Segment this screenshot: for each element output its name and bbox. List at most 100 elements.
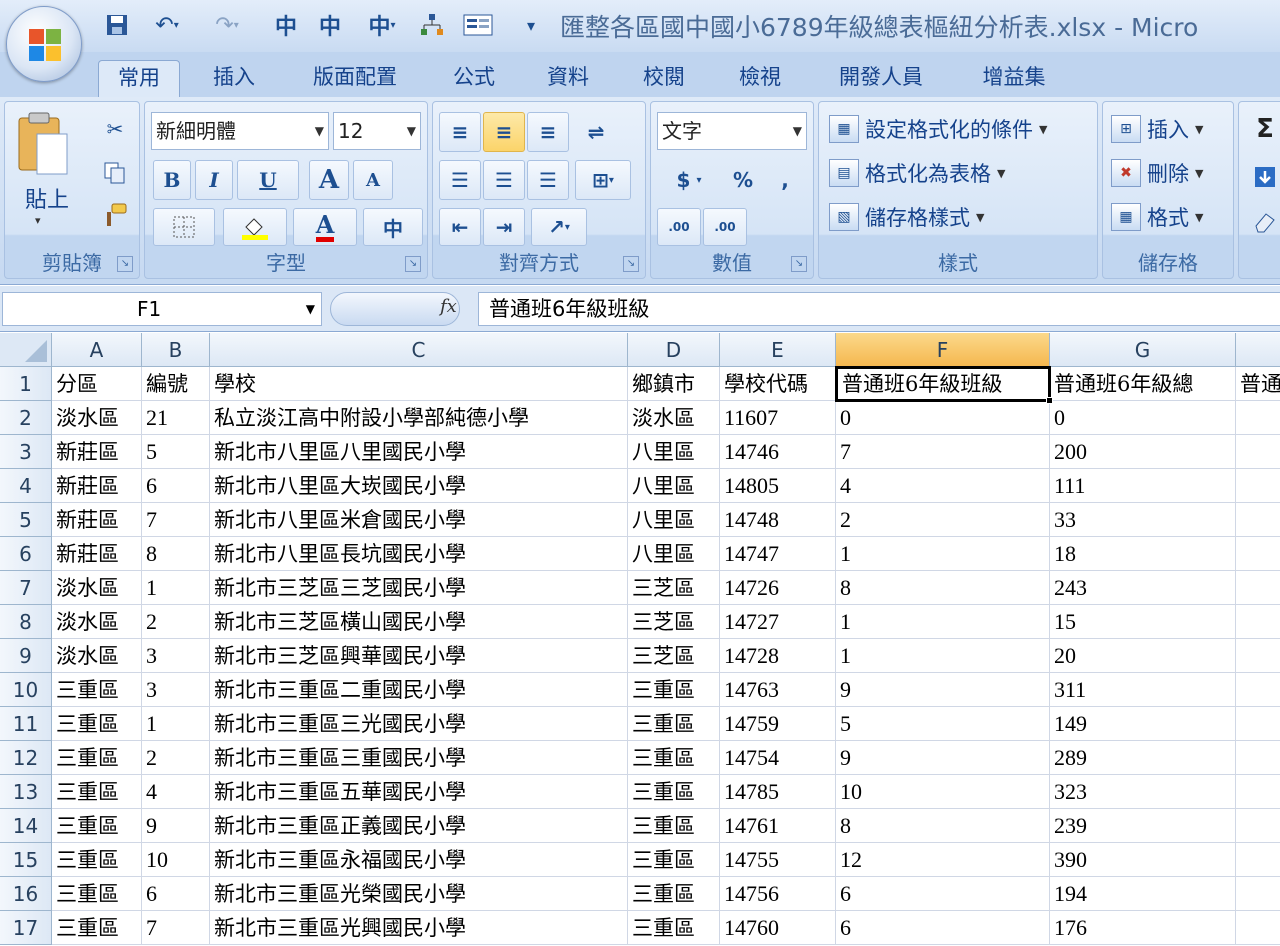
table-cell[interactable]: 新北市三芝區三芝國民小學 [210,571,628,605]
table-cell[interactable]: 14756 [720,877,836,911]
table-cell[interactable]: 14759 [720,707,836,741]
column-header-g[interactable]: G [1050,333,1236,367]
merge-center-icon[interactable]: ⊞ ▾ [575,160,631,200]
table-cell[interactable]: 1 [836,605,1050,639]
table-cell[interactable]: 15 [1050,605,1236,639]
row-header[interactable]: 11 [0,707,52,741]
table-cell[interactable]: 三重區 [52,775,142,809]
table-cell[interactable]: 新北市三重區正義國民小學 [210,809,628,843]
table-cell[interactable]: 淡水區 [52,571,142,605]
table-cell[interactable]: 三重區 [628,911,720,945]
table-cell[interactable]: 323 [1050,775,1236,809]
table-cell[interactable]: 三重區 [52,911,142,945]
table-cell[interactable]: 新北市八里區八里國民小學 [210,435,628,469]
column-header-next[interactable] [1236,333,1280,367]
bold-button[interactable]: B [153,160,191,200]
table-cell[interactable]: 9 [836,741,1050,775]
table-cell[interactable]: 淡水區 [52,639,142,673]
font-name-combo[interactable]: 新細明體 ▼ [151,112,329,150]
table-cell[interactable]: 7 [142,911,210,945]
table-cell[interactable] [1236,571,1280,605]
table-cell[interactable]: 14747 [720,537,836,571]
tab-formulas[interactable]: 公式 [436,60,512,98]
clear-eraser-icon[interactable] [1247,202,1280,240]
table-cell[interactable]: 176 [1050,911,1236,945]
table-cell[interactable]: 淡水區 [52,605,142,639]
tab-insert[interactable]: 插入 [194,60,274,98]
office-button[interactable] [6,6,82,82]
customize-qat-icon[interactable]: ▾ [516,8,546,42]
table-cell[interactable]: 11607 [720,401,836,435]
table-cell[interactable]: 12 [836,843,1050,877]
conditional-formatting-button[interactable]: ▦ 設定格式化的條件 ▼ [829,114,1047,144]
table-cell[interactable]: 三重區 [628,877,720,911]
phonetic-settings-icon[interactable]: 中 ▾ [354,8,410,42]
table-cell[interactable]: 0 [836,401,1050,435]
italic-button[interactable]: I [195,160,233,200]
table-cell[interactable]: 八里區 [628,503,720,537]
tab-view[interactable]: 檢視 [720,60,800,98]
underline-button[interactable]: U [237,160,299,200]
table-cell[interactable] [1236,809,1280,843]
table-cell[interactable] [1236,503,1280,537]
table-cell[interactable]: 新莊區 [52,435,142,469]
row-header[interactable]: 17 [0,911,52,945]
wrap-text-icon[interactable]: ⇌ [575,112,617,152]
form-icon[interactable] [458,8,498,42]
column-header-a[interactable]: A [52,333,142,367]
row-header[interactable]: 3 [0,435,52,469]
table-cell[interactable]: 八里區 [628,537,720,571]
table-cell[interactable]: 三重區 [52,673,142,707]
number-format-combo[interactable]: 文字 ▼ [657,112,807,150]
table-cell[interactable]: 新莊區 [52,469,142,503]
table-cell[interactable]: 三重區 [628,809,720,843]
table-cell[interactable]: 新北市三重區光興國民小學 [210,911,628,945]
paste-button[interactable]: 貼上 ▾ [13,110,85,236]
table-cell[interactable]: 6 [142,469,210,503]
format-painter-icon[interactable] [97,198,133,232]
percent-button[interactable]: % [723,160,763,200]
table-cell[interactable]: 9 [142,809,210,843]
tab-home[interactable]: 常用 [98,60,180,98]
table-cell[interactable]: 243 [1050,571,1236,605]
align-bottom-icon[interactable]: ≡ [527,112,569,152]
table-cell[interactable] [1236,401,1280,435]
header-cell[interactable]: 學校 [210,367,628,401]
number-launcher-icon[interactable]: ↘ [791,256,807,272]
delete-cells-button[interactable]: ✖ 刪除 ▼ [1111,158,1203,188]
table-cell[interactable]: 新北市三重區光榮國民小學 [210,877,628,911]
table-cell[interactable]: 2 [836,503,1050,537]
table-cell[interactable]: 三重區 [628,843,720,877]
row-header[interactable]: 5 [0,503,52,537]
clipboard-launcher-icon[interactable]: ↘ [117,256,133,272]
insert-cells-button[interactable]: ⊞ 插入 ▼ [1111,114,1203,144]
table-cell[interactable]: 新北市八里區長坑國民小學 [210,537,628,571]
table-cell[interactable]: 新莊區 [52,537,142,571]
table-cell[interactable]: 14785 [720,775,836,809]
align-top-icon[interactable]: ≡ [439,112,481,152]
row-header[interactable]: 4 [0,469,52,503]
table-cell[interactable]: 三芝區 [628,605,720,639]
table-cell[interactable]: 1 [836,639,1050,673]
save-icon[interactable] [100,8,134,42]
table-cell[interactable]: 三芝區 [628,571,720,605]
table-cell[interactable] [1236,775,1280,809]
table-cell[interactable]: 8 [142,537,210,571]
table-cell[interactable]: 4 [142,775,210,809]
table-cell[interactable]: 新北市八里區大崁國民小學 [210,469,628,503]
column-header-e[interactable]: E [720,333,836,367]
table-cell[interactable] [1236,741,1280,775]
table-cell[interactable]: 5 [836,707,1050,741]
table-cell[interactable]: 3 [142,639,210,673]
cut-icon[interactable]: ✂ [97,112,133,146]
table-cell[interactable] [1236,605,1280,639]
table-cell[interactable]: 390 [1050,843,1236,877]
header-cell[interactable]: 普通班6年級總 [1050,367,1236,401]
fill-color-button[interactable] [223,208,287,246]
table-cell[interactable]: 289 [1050,741,1236,775]
row-header[interactable]: 10 [0,673,52,707]
row-header[interactable]: 12 [0,741,52,775]
table-cell[interactable]: 三重區 [52,809,142,843]
table-cell[interactable]: 1 [142,571,210,605]
header-cell[interactable]: 編號 [142,367,210,401]
